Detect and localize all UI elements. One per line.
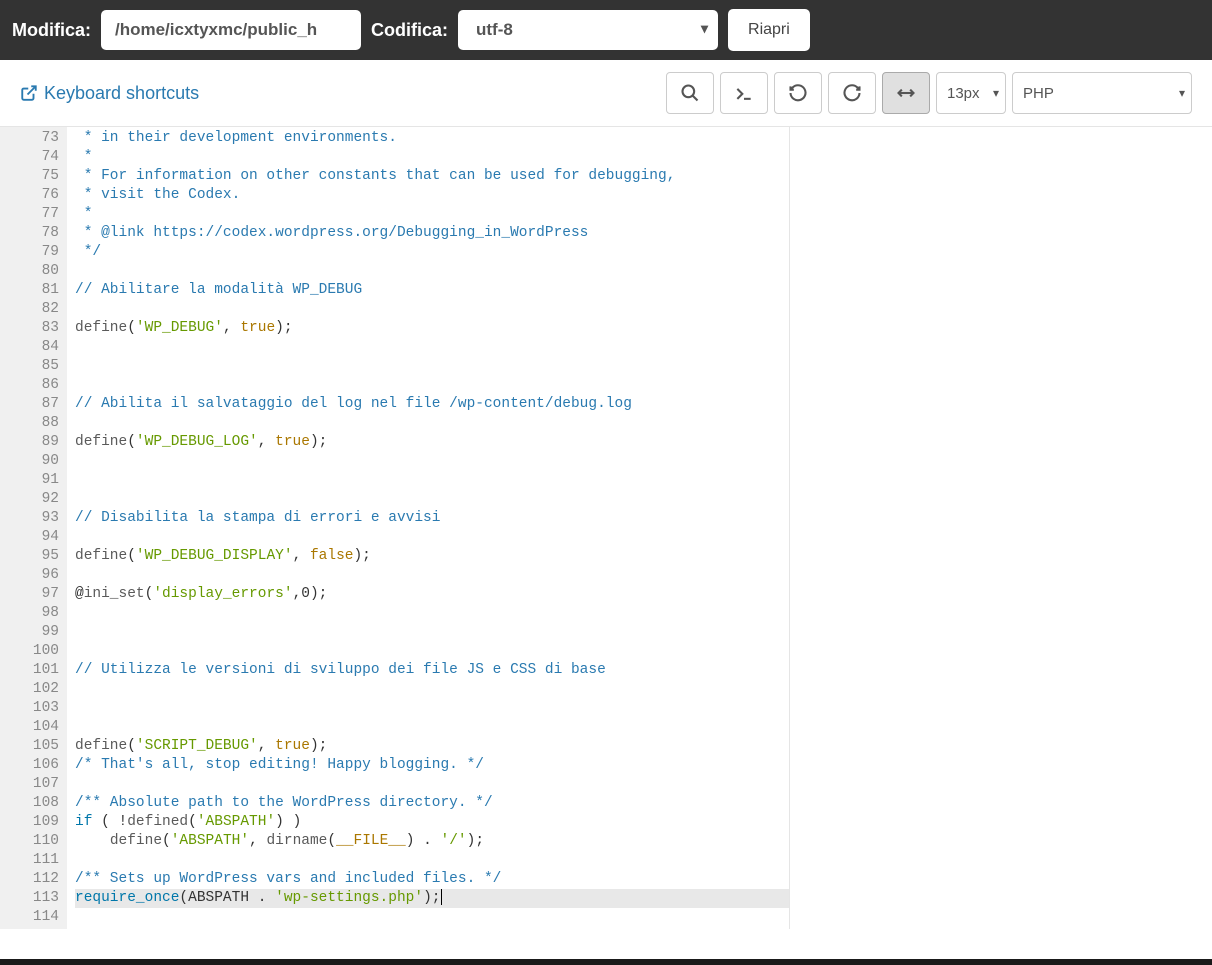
topbar: Modifica: Codifica: utf-8 Riapri	[0, 0, 1212, 60]
code-content[interactable]: * in their development environments. * *…	[67, 127, 789, 929]
language-select[interactable]: PHP	[1012, 72, 1192, 114]
undo-icon	[788, 83, 808, 103]
code-editor[interactable]: 7374757677787980818283848586878889909192…	[0, 127, 1212, 929]
external-link-icon	[20, 84, 38, 102]
arrows-horizontal-icon	[896, 83, 916, 103]
redo-icon	[842, 83, 862, 103]
language-value: PHP	[1023, 85, 1054, 102]
footer-bar	[0, 959, 1212, 965]
terminal-button[interactable]	[720, 72, 768, 114]
toolbar-right: 13px PHP	[666, 72, 1192, 114]
search-button[interactable]	[666, 72, 714, 114]
line-gutter: 7374757677787980818283848586878889909192…	[0, 127, 67, 929]
search-icon	[680, 83, 700, 103]
terminal-icon	[734, 83, 754, 103]
encoding-label: Codifica:	[371, 20, 448, 41]
font-size-value: 13px	[947, 85, 980, 102]
keyboard-shortcuts-label: Keyboard shortcuts	[44, 83, 199, 104]
toolbar: Keyboard shortcuts 13px PHP	[0, 60, 1212, 127]
wrap-button[interactable]	[882, 72, 930, 114]
reopen-button[interactable]: Riapri	[728, 9, 810, 51]
encoding-value: utf-8	[476, 20, 513, 39]
undo-button[interactable]	[774, 72, 822, 114]
file-path-input[interactable]	[101, 10, 361, 50]
modify-label: Modifica:	[12, 20, 91, 41]
keyboard-shortcuts-link[interactable]: Keyboard shortcuts	[20, 83, 199, 104]
encoding-select[interactable]: utf-8	[458, 10, 718, 50]
redo-button[interactable]	[828, 72, 876, 114]
font-size-select[interactable]: 13px	[936, 72, 1006, 114]
